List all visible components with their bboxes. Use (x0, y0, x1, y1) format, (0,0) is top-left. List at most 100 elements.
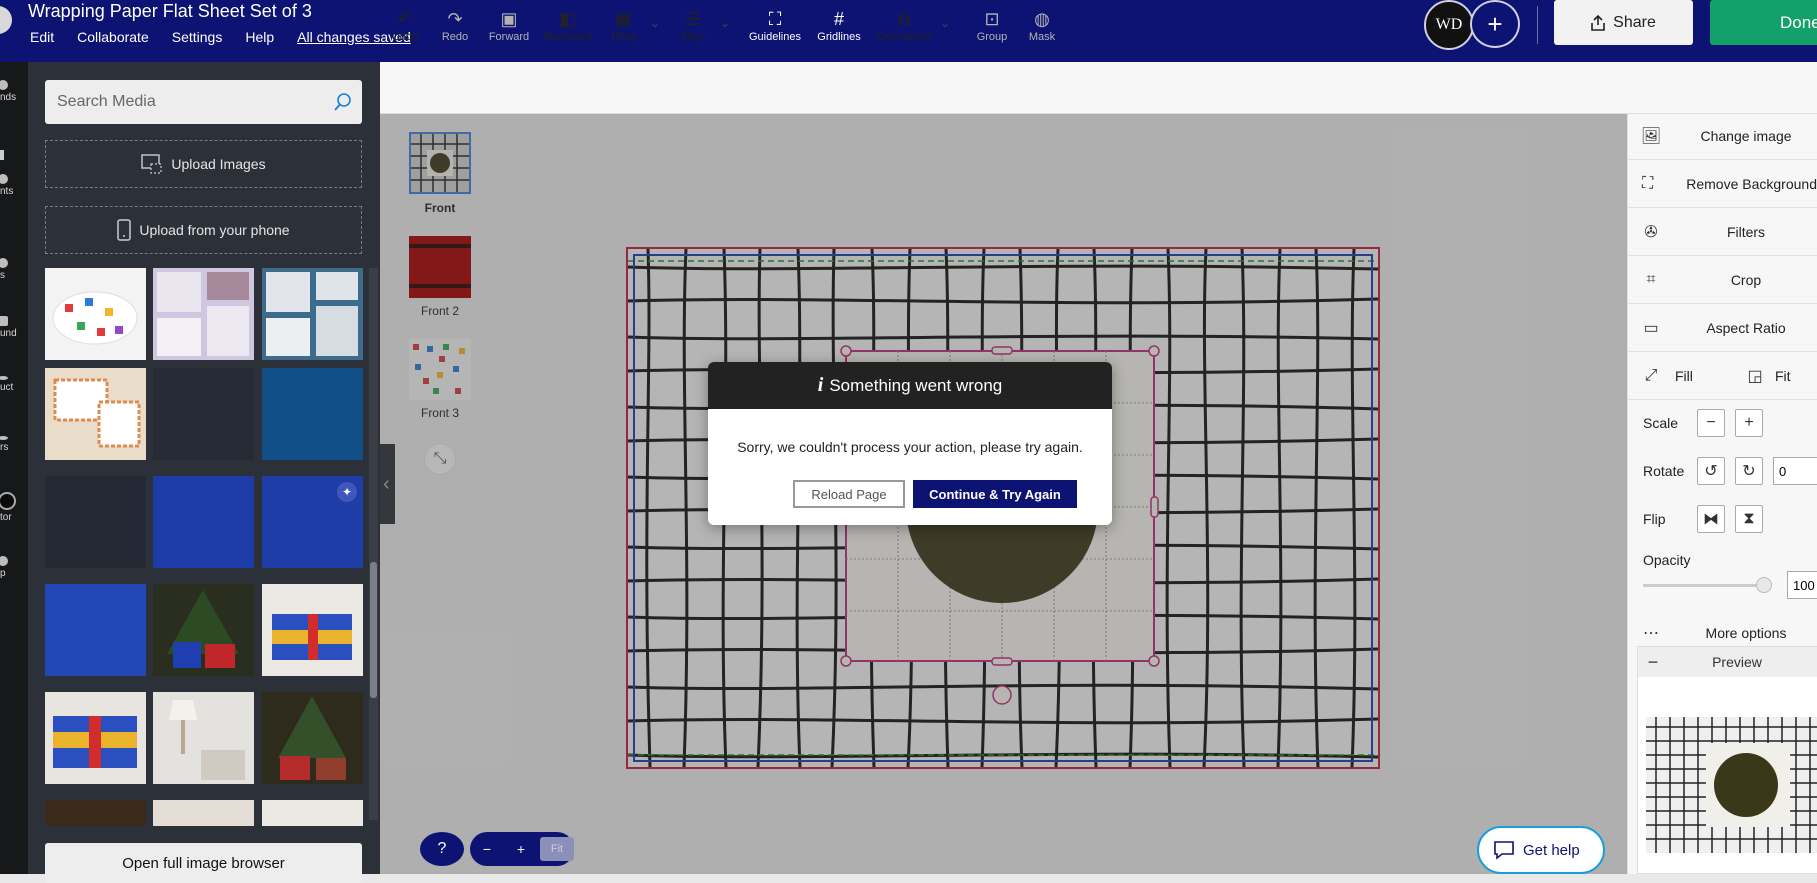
add-collaborator-button[interactable]: + (1470, 0, 1520, 48)
upload-phone-button[interactable]: Upload from your phone (45, 206, 362, 254)
media-thumb-gift-bag[interactable] (45, 268, 146, 360)
rail-icon (0, 174, 8, 184)
redo-icon: ↷ (447, 9, 463, 29)
logo-icon[interactable] (0, 6, 12, 34)
reload-page-button[interactable]: Reload Page (793, 480, 905, 508)
scale-down-button[interactable]: − (1697, 409, 1725, 437)
fill-label[interactable]: Fill (1675, 368, 1735, 384)
media-thumb-christmas-tree[interactable] (153, 584, 254, 676)
media-thumb-collage-2[interactable] (262, 268, 363, 360)
help-circle-button[interactable]: ? (420, 832, 464, 866)
zoom-controls: − + Fit (470, 832, 574, 866)
media-thumb-frames[interactable] (45, 368, 146, 460)
remove-background-icon: ⛶ (1642, 174, 1654, 192)
align-button[interactable]: ☰ Align ⌄ (674, 0, 730, 52)
upload-image-icon (141, 154, 163, 174)
open-image-browser-button[interactable]: Open full image browser (45, 843, 362, 883)
flip-vertical-button[interactable]: ⧗ (1735, 505, 1763, 533)
share-button[interactable]: Share (1554, 0, 1693, 45)
opacity-slider-track[interactable] (1643, 584, 1761, 587)
get-help-button[interactable]: Get help (1477, 826, 1605, 874)
crop-button[interactable]: ⌗ Crop (1627, 256, 1817, 304)
continue-try-again-button[interactable]: Continue & Try Again (913, 480, 1077, 508)
tiling-label: Tiling (610, 31, 636, 43)
search-icon[interactable] (333, 92, 353, 112)
mask-button[interactable]: ◍ Mask (1022, 0, 1062, 52)
orientation-button[interactable]: ⧉ Orientation ⌄ (876, 0, 950, 52)
media-thumb-blue-3[interactable] (45, 584, 146, 676)
zoom-out-button[interactable]: − (470, 841, 504, 857)
guidelines-button[interactable]: ⛶ Guidelines (742, 0, 808, 52)
chevron-down-icon[interactable]: ⌄ (650, 16, 660, 30)
tiling-button[interactable]: ▦ Tiling ⌄ (604, 0, 660, 52)
media-scrollbar-thumb[interactable] (370, 562, 377, 698)
avatar[interactable]: WD (1424, 0, 1474, 50)
change-image-button[interactable]: 🖼 Change image (1627, 112, 1817, 160)
dialog-buttons: Reload Page Continue & Try Again (793, 480, 1077, 508)
media-thumb-dark-panel[interactable] (45, 476, 146, 568)
upload-images-button[interactable]: Upload Images (45, 140, 362, 188)
rail-item-layers[interactable]: rs (0, 436, 28, 453)
filters-icon: ✇ (1644, 223, 1658, 241)
chevron-down-icon[interactable]: ⌄ (940, 16, 950, 30)
redo-button[interactable]: ↷ Redo (436, 0, 474, 52)
group-button[interactable]: ⊡ Group (972, 0, 1012, 52)
rail-item-2[interactable] (0, 150, 28, 160)
chevron-down-icon[interactable]: ⌄ (720, 16, 730, 30)
menu-help[interactable]: Help (245, 29, 274, 45)
forward-button[interactable]: ▣ Forward (484, 0, 534, 52)
collapse-preview-icon[interactable]: − (1638, 652, 1668, 673)
media-thumb-blue-2[interactable]: ✦ (262, 476, 363, 568)
rotate-right-button[interactable]: ↻ (1735, 457, 1763, 485)
rail-item-elements[interactable]: nts (0, 174, 28, 197)
rotate-left-button[interactable]: ↺ (1697, 457, 1725, 485)
fill-icon[interactable]: ⤢ (1627, 367, 1675, 385)
rail-item-3[interactable]: s (0, 258, 28, 281)
media-thumb-dark-wood[interactable] (153, 368, 254, 460)
done-button[interactable]: Done (1710, 0, 1817, 45)
backward-button[interactable]: ◧ Backward (541, 0, 595, 52)
media-thumb-partial-3[interactable] (262, 800, 363, 826)
search-placeholder: Search Media (57, 93, 156, 110)
undo-button[interactable]: ↶ Undo (386, 0, 424, 52)
rotate-input[interactable]: 0 (1773, 457, 1817, 485)
menu-collaborate[interactable]: Collaborate (77, 29, 149, 45)
sparkle-icon[interactable]: ✦ (337, 482, 357, 502)
rail-item-editor[interactable]: tor (0, 492, 28, 523)
rail-item-product[interactable]: uct (0, 376, 28, 393)
document-title[interactable]: Wrapping Paper Flat Sheet Set of 3 (28, 1, 312, 22)
fit-label[interactable]: Fit (1775, 368, 1791, 384)
zoom-fit-button[interactable]: Fit (540, 837, 574, 861)
media-thumb-collage[interactable] (153, 268, 254, 360)
media-thumb-gift-box-2[interactable] (45, 692, 146, 784)
remove-background-button[interactable]: ⛶ Remove Background (1627, 160, 1817, 208)
media-thumb-lamp-room[interactable] (153, 692, 254, 784)
media-thumb-partial-1[interactable] (45, 800, 146, 826)
aspect-ratio-button[interactable]: ▭ Aspect Ratio (1627, 304, 1817, 352)
group-label: Group (976, 31, 1008, 43)
fit-icon[interactable]: ◲ (1735, 366, 1775, 386)
search-input[interactable]: Search Media (45, 80, 362, 124)
rail-item-help[interactable]: p (0, 556, 28, 579)
filters-button[interactable]: ✇ Filters (1627, 208, 1817, 256)
media-scrollbar[interactable] (369, 268, 378, 820)
media-thumb-blue[interactable] (153, 476, 254, 568)
preview-panel: − Preview (1637, 646, 1817, 874)
menu-settings[interactable]: Settings (172, 29, 223, 45)
flip-horizontal-button[interactable]: ⧓ (1697, 505, 1725, 533)
crop-label: Crop (1730, 271, 1762, 288)
media-thumb-tree-gifts[interactable] (262, 692, 363, 784)
gridlines-button[interactable]: # Gridlines (810, 0, 868, 52)
media-thumb-gift-box[interactable] (262, 584, 363, 676)
zoom-in-button[interactable]: + (504, 841, 538, 857)
rail-item-backgrounds[interactable]: nds (0, 80, 28, 103)
scale-up-button[interactable]: + (1735, 409, 1763, 437)
rail-item-background[interactable]: und (0, 316, 28, 339)
opacity-input[interactable]: 100 (1787, 571, 1817, 599)
media-thumb-partial-2[interactable] (153, 800, 254, 826)
redo-label: Redo (441, 31, 469, 43)
align-label: Align (680, 31, 706, 43)
menu-edit[interactable]: Edit (30, 29, 54, 45)
media-thumb-blue-wood[interactable] (262, 368, 363, 460)
opacity-slider-handle[interactable] (1756, 577, 1772, 593)
